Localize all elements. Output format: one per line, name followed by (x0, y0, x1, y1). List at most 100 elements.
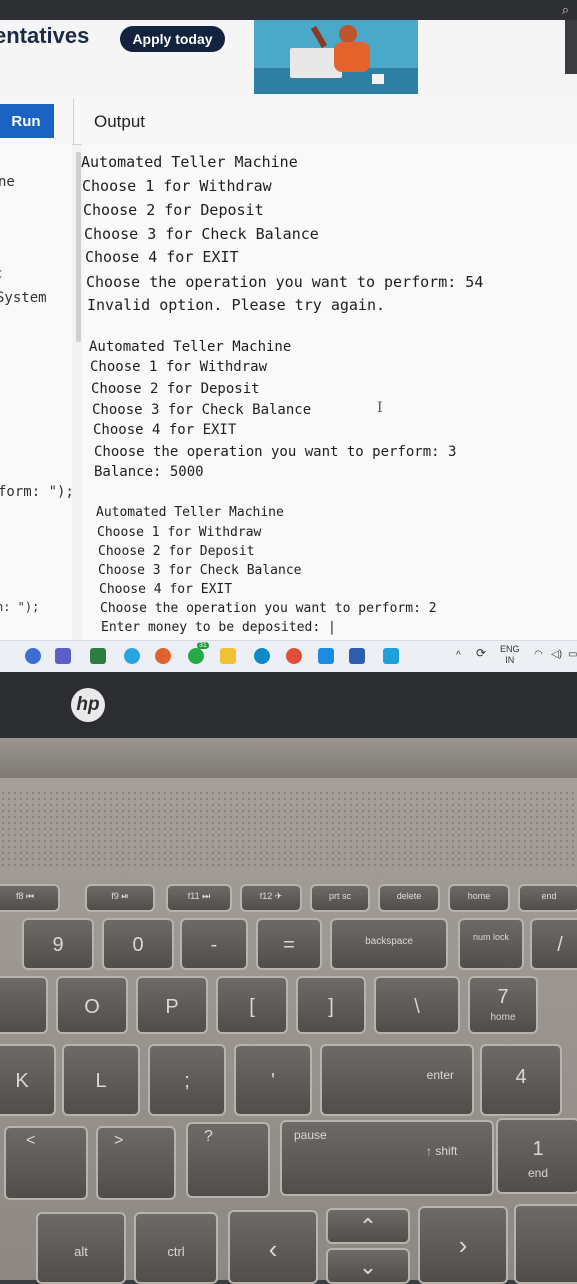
key-numpad-0[interactable] (514, 1204, 577, 1284)
console-line: Choose 2 for Deposit (91, 381, 260, 397)
key-arrow-right[interactable]: › (418, 1206, 508, 1284)
code-fragment: System (0, 290, 47, 306)
search-icon[interactable] (25, 648, 41, 664)
key-f9[interactable]: f9 ⏯ (85, 884, 155, 912)
key-k[interactable]: K (0, 1044, 56, 1116)
key-end[interactable]: end (518, 884, 577, 912)
vscode-icon[interactable] (318, 648, 334, 664)
output-scrollbar[interactable] (76, 152, 81, 342)
arrow-up-icon: ⌃ (358, 1214, 378, 1239)
store-icon[interactable] (90, 648, 106, 664)
run-button[interactable]: Run (0, 104, 54, 138)
key-sublabel: home (490, 1012, 516, 1023)
console-line: Invalid option. Please try again. (87, 296, 386, 314)
console-line: Choose 1 for Withdraw (90, 359, 268, 375)
key-numpad-1[interactable]: 1 end (496, 1118, 577, 1194)
key-prtsc[interactable]: prt sc (310, 884, 370, 912)
wifi-icon[interactable]: ◠ (534, 649, 543, 660)
key-0[interactable]: 0 (102, 918, 174, 970)
code-fragment: form: "); (0, 484, 74, 500)
key-numpad-7[interactable]: 7 home (468, 976, 538, 1034)
key-equals[interactable]: = (256, 918, 322, 970)
console-line: Choose 4 for EXIT (85, 248, 239, 266)
sync-icon[interactable]: ⟳ (476, 647, 486, 659)
key-quote[interactable]: ' (234, 1044, 312, 1116)
teams-icon[interactable] (55, 648, 71, 664)
key-p[interactable]: P (136, 976, 208, 1034)
toolbar-divider (73, 98, 74, 144)
key-o[interactable]: O (56, 976, 128, 1034)
battery-icon[interactable]: ▭ (568, 649, 577, 660)
key-ctrl[interactable]: ctrl (134, 1212, 218, 1284)
key-f12[interactable]: f12 ✈ (240, 884, 302, 912)
key-enter[interactable]: enter (320, 1044, 474, 1116)
key-label: O (84, 996, 100, 1018)
chevron-up-icon[interactable]: ^ (456, 650, 461, 661)
volume-icon[interactable]: ◁) (551, 649, 562, 660)
edge-dev-icon[interactable] (254, 648, 270, 664)
key-label: ctrl (167, 1244, 185, 1259)
key-right-bracket[interactable]: ] (296, 976, 366, 1034)
language-indicator[interactable]: ENG IN (500, 644, 520, 666)
key-slash[interactable]: / (530, 918, 577, 970)
banner-illustration (254, 20, 418, 94)
folder-icon[interactable] (220, 648, 236, 664)
key-label: home (467, 891, 491, 901)
lang-line1: ENG (500, 644, 520, 654)
key-numpad-4[interactable]: 4 (480, 1044, 562, 1116)
firefox-icon[interactable] (155, 648, 171, 664)
key-label: ] (328, 996, 334, 1018)
console-input-prompt[interactable]: Enter money to be deposited: | (101, 620, 336, 635)
key-label: alt (74, 1244, 88, 1259)
code-editor-pane[interactable]: ne c System form: "); n: "); (0, 144, 74, 640)
key-question[interactable]: ? (186, 1122, 270, 1198)
key-label: [ (249, 996, 255, 1018)
console-line: Balance: 5000 (94, 464, 204, 480)
key-minus[interactable]: - (180, 918, 248, 970)
key-label: backspace (365, 936, 413, 947)
edge-icon[interactable] (124, 648, 140, 664)
key-semicolon[interactable]: ; (148, 1044, 226, 1116)
key-i[interactable] (0, 976, 48, 1034)
key-label: ; (184, 1070, 190, 1092)
console-line: Choose the operation you want to perform… (86, 273, 484, 291)
key-arrow-down[interactable]: ⌄ (326, 1248, 410, 1284)
key-numlock[interactable]: num lock (458, 918, 524, 970)
banner-title-line2: entatives (0, 23, 90, 48)
key-f8[interactable]: f8 ⏮ (0, 884, 60, 912)
key-label: f12 ✈ (259, 891, 283, 901)
zoom-icon[interactable]: ⌕ (562, 2, 569, 18)
key-delete[interactable]: delete (378, 884, 440, 912)
key-label: f9 ⏯ (111, 891, 129, 901)
key-backslash[interactable]: \ (374, 976, 460, 1034)
laptop-hinge (0, 738, 577, 778)
whatsapp-icon[interactable]: 31 (188, 642, 209, 664)
key-label: 1 (532, 1138, 544, 1160)
key-label: L (95, 1070, 107, 1092)
app-icon[interactable] (383, 648, 399, 664)
lang-line2: IN (505, 655, 515, 665)
word-icon[interactable] (349, 648, 365, 664)
output-label: Output (94, 112, 146, 131)
key-backspace[interactable]: backspace (330, 918, 448, 970)
console-line: Automated Teller Machine (96, 505, 284, 520)
console-line: Choose the operation you want to perform… (94, 444, 457, 460)
key-arrow-up[interactable]: ⌃ (326, 1208, 410, 1244)
key-comma[interactable]: < (4, 1126, 88, 1200)
key-right-shift[interactable]: pause ↑ shift (280, 1120, 494, 1196)
key-home[interactable]: home (448, 884, 510, 912)
key-9[interactable]: 9 (22, 918, 94, 970)
key-alt[interactable]: alt (36, 1212, 126, 1284)
key-period[interactable]: > (96, 1126, 176, 1200)
key-label: pause (294, 1128, 327, 1142)
key-l[interactable]: L (62, 1044, 140, 1116)
key-label: end (541, 891, 557, 901)
console-line: Automated Teller Machine (81, 153, 298, 171)
key-arrow-left[interactable]: ‹ (228, 1210, 318, 1284)
key-left-bracket[interactable]: [ (216, 976, 288, 1034)
arrow-down-icon: ⌄ (358, 1254, 378, 1279)
hp-logo: hp (71, 688, 105, 722)
apply-today-button[interactable]: Apply today (120, 26, 225, 52)
key-f11[interactable]: f11 ⏭ (166, 884, 232, 912)
chrome-icon[interactable] (286, 648, 302, 664)
